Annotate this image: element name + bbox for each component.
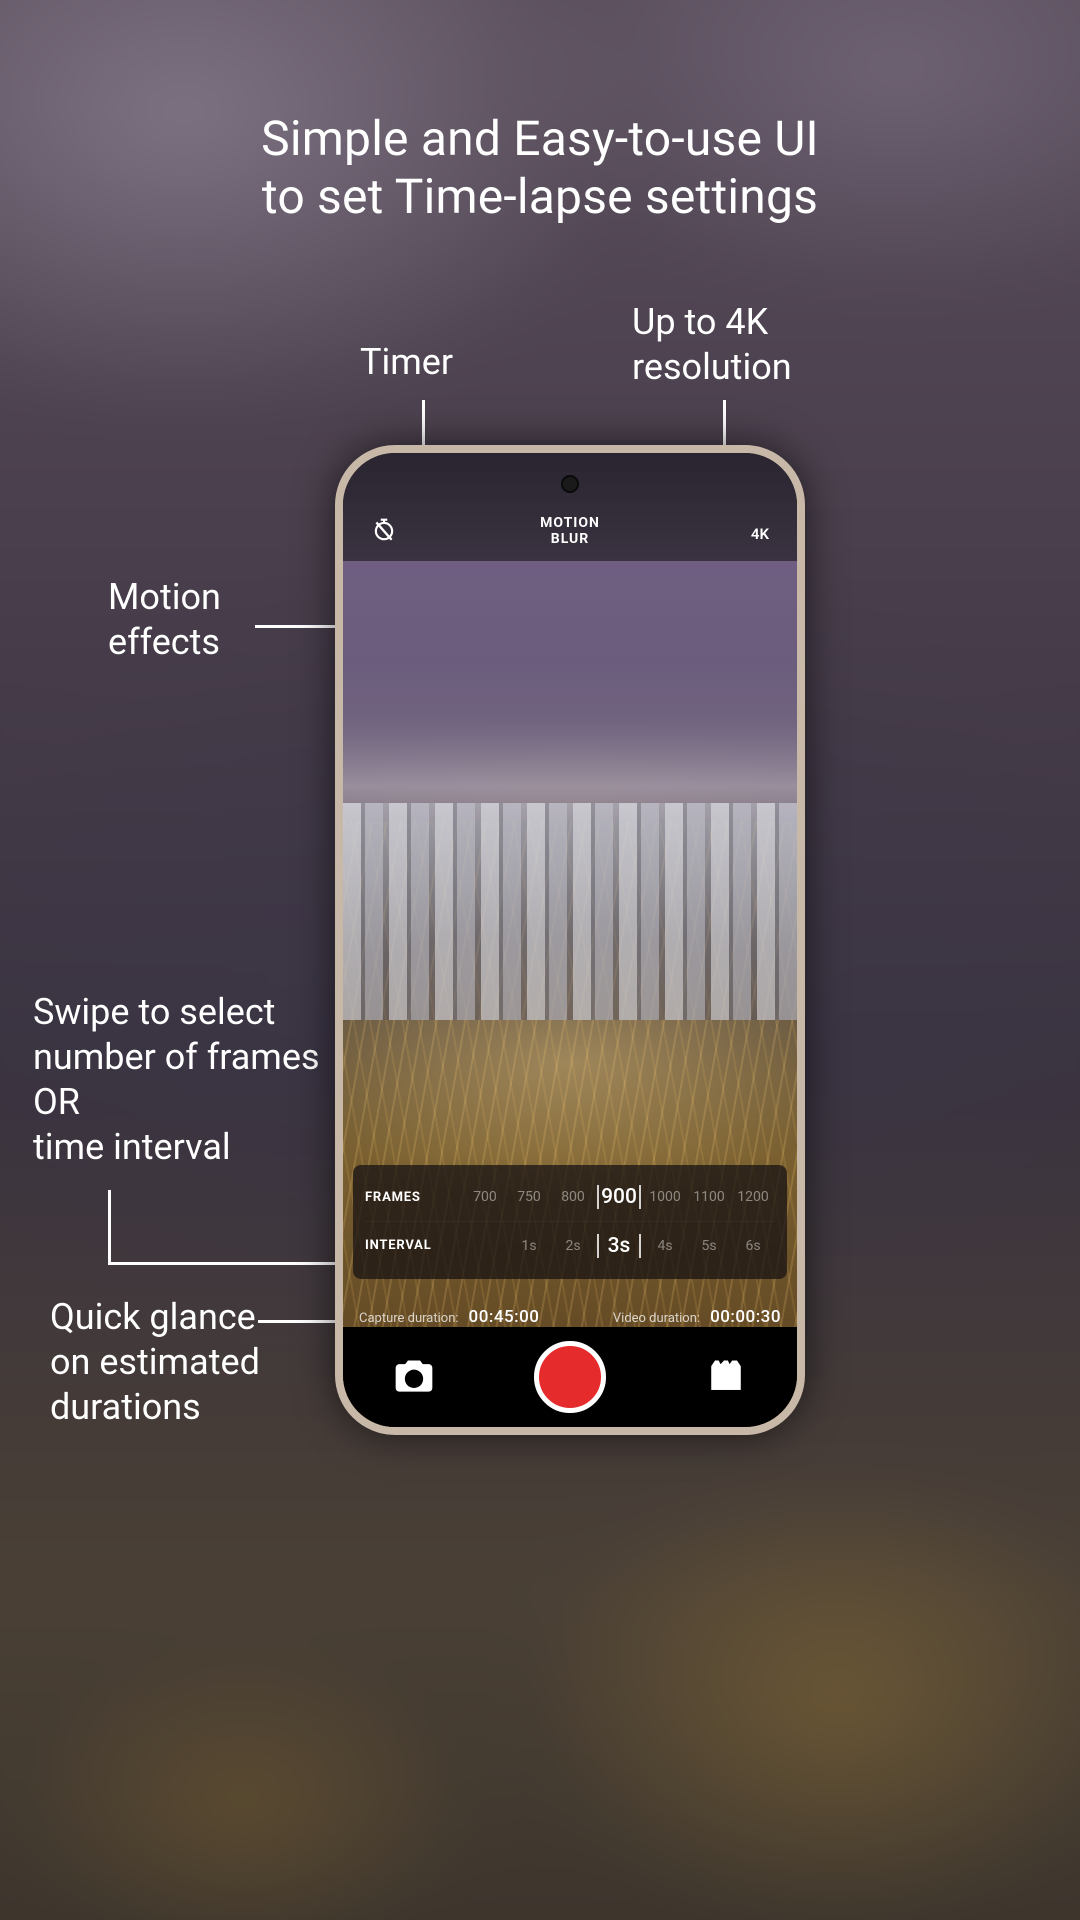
callout-swipe-line1: Swipe to select [33, 990, 320, 1035]
bottom-actionbar [343, 1327, 797, 1427]
interval-tick[interactable]: 4s [643, 1238, 687, 1254]
frames-tick[interactable]: 800 [551, 1189, 595, 1205]
callout-motion-line2: effects [108, 620, 221, 665]
callout-motion: Motion effects [108, 575, 221, 665]
switch-camera-button[interactable] [392, 1355, 436, 1399]
interval-label: INTERVAL [365, 1238, 455, 1253]
capture-duration-group: Capture duration: 00:45:00 [359, 1307, 539, 1327]
callout-resolution-line1: Up to 4K [632, 300, 792, 345]
callout-glance: Quick glance on estimated durations [50, 1295, 260, 1430]
video-duration-group: Video duration: 00:00:30 [613, 1307, 781, 1327]
frames-row: FRAMES 700750800900100011001200 [365, 1173, 775, 1221]
top-toolbar: MOTION BLUR 4K [343, 453, 797, 561]
viewfinder-decor [343, 803, 797, 1020]
interval-tick[interactable]: 6s [731, 1238, 775, 1254]
callout-swipe-line4: time interval [33, 1125, 320, 1170]
frames-tick[interactable]: 900 [597, 1185, 641, 1209]
callout-glance-line2: on estimated [50, 1340, 260, 1385]
motion-blur-label-line2: BLUR [540, 532, 600, 547]
interval-tick[interactable]: 2s [551, 1238, 595, 1254]
callout-swipe-line2: number of frames [33, 1035, 320, 1080]
record-button[interactable] [534, 1341, 606, 1413]
promo-headline-line2: to set Time-lapse settings [0, 168, 1080, 226]
frames-tick[interactable]: 1100 [687, 1189, 731, 1205]
camera-viewfinder[interactable]: FRAMES 700750800900100011001200 INTERVAL… [343, 561, 797, 1427]
interval-scale[interactable]: 1s2s3s4s5s6s [455, 1234, 775, 1258]
motion-blur-label-line1: MOTION [540, 516, 600, 531]
phone-frame: MOTION BLUR 4K FRAMES 700750800900100011… [335, 445, 805, 1435]
interval-tick[interactable]: 5s [687, 1238, 731, 1254]
capture-duration-label: Capture duration: [359, 1311, 459, 1326]
callout-swipe: Swipe to select number of frames OR time… [33, 990, 320, 1170]
frames-tick[interactable]: 750 [507, 1189, 551, 1205]
interval-tick[interactable]: 1s [507, 1238, 551, 1254]
timer-icon[interactable] [371, 517, 397, 543]
promo-headline: Simple and Easy-to-use UI to set Time-la… [0, 110, 1080, 225]
frames-scale[interactable]: 700750800900100011001200 [455, 1185, 775, 1209]
frames-label: FRAMES [365, 1190, 455, 1205]
video-duration-value: 00:00:30 [710, 1307, 781, 1327]
promo-headline-line1: Simple and Easy-to-use UI [0, 110, 1080, 168]
frames-tick[interactable]: 700 [463, 1189, 507, 1205]
callout-glance-line1: Quick glance [50, 1295, 260, 1340]
interval-row: INTERVAL 1s2s3s4s5s6s [365, 1221, 775, 1269]
interval-tick[interactable]: 3s [597, 1234, 641, 1258]
callout-motion-line1: Motion [108, 575, 221, 620]
callout-timer: Timer [360, 340, 453, 385]
frames-tick[interactable]: 1200 [731, 1189, 775, 1205]
capture-duration-value: 00:45:00 [469, 1307, 540, 1327]
timelapse-settings-panel: FRAMES 700750800900100011001200 INTERVAL… [353, 1165, 787, 1279]
resolution-button[interactable]: 4K [751, 525, 769, 543]
frames-tick[interactable]: 1000 [643, 1189, 687, 1205]
duration-bar: Capture duration: 00:45:00 Video duratio… [343, 1307, 797, 1327]
callout-resolution-line2: resolution [632, 345, 792, 390]
motion-blur-button[interactable]: MOTION BLUR [540, 516, 600, 547]
app-screen: MOTION BLUR 4K FRAMES 700750800900100011… [343, 453, 797, 1427]
callout-resolution: Up to 4K resolution [632, 300, 792, 390]
video-duration-label: Video duration: [613, 1311, 700, 1326]
callout-swipe-line3: OR [33, 1080, 320, 1125]
gallery-button[interactable] [704, 1355, 748, 1399]
connector-line [108, 1262, 363, 1265]
connector-line [108, 1190, 111, 1265]
callout-glance-line3: durations [50, 1385, 260, 1430]
